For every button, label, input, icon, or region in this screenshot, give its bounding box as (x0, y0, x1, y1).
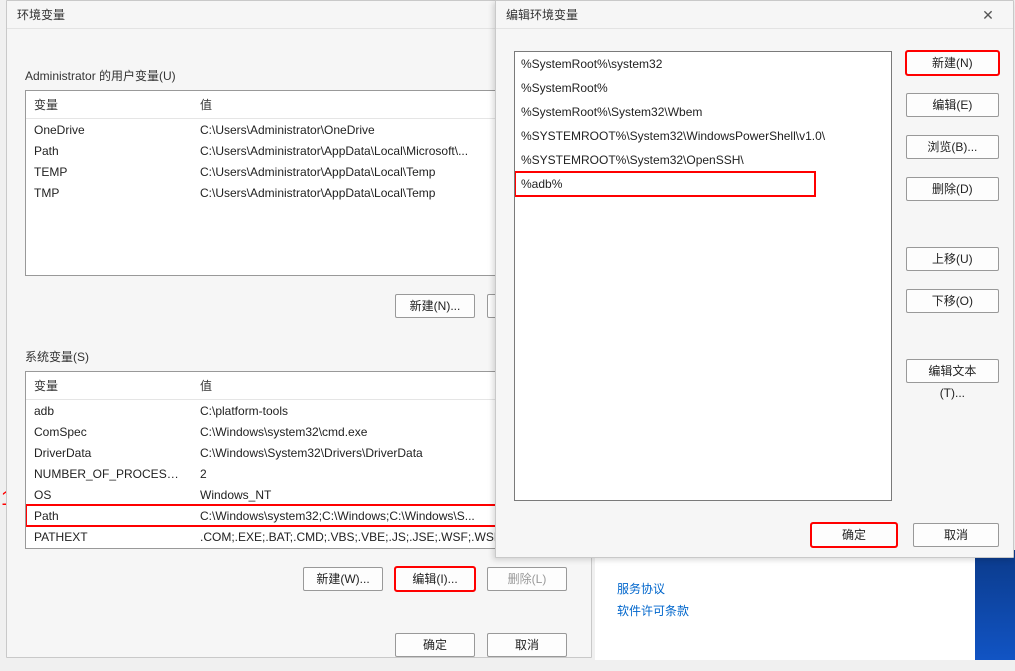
desktop-background (975, 550, 1015, 660)
dlg1-footer-buttons: 确定 取消 (25, 615, 573, 671)
dlg2-ok-button[interactable]: 确定 (811, 523, 897, 547)
table-row[interactable]: PATHEXT.COM;.EXE;.BAT;.CMD;.VBS;.VBE;.JS… (26, 526, 572, 547)
new-entry-button[interactable]: 新建(N) (906, 51, 999, 75)
table-row[interactable]: ComSpecC:\Windows\system32\cmd.exe (26, 421, 572, 442)
user-vars-label: Administrator 的用户变量(U) (25, 57, 573, 90)
table-row[interactable]: NUMBER_OF_PROCESSORS2 (26, 463, 572, 484)
user-vars-header: 变量 值 (26, 91, 572, 119)
move-up-button[interactable]: 上移(U) (906, 247, 999, 271)
header-variable: 变量 (26, 91, 192, 118)
sys-vars-buttons: 新建(W)... 编辑(I)... 删除(L) (25, 549, 573, 605)
edit-text-button[interactable]: 编辑文本(T)... (906, 359, 999, 383)
dlg1-ok-button[interactable]: 确定 (395, 633, 475, 657)
list-item[interactable]: %adb% (515, 172, 815, 196)
list-item[interactable]: %SystemRoot% (515, 76, 891, 100)
cell-var: PATHEXT (26, 526, 192, 547)
delete-entry-button[interactable]: 删除(D) (906, 177, 999, 201)
user-vars-buttons: 新建(N)... 编辑(E)... (25, 276, 573, 332)
cell-var: OneDrive (26, 119, 192, 140)
cell-var: OS (26, 484, 192, 505)
path-entries-list[interactable]: %SystemRoot%\system32%SystemRoot%%System… (514, 51, 892, 501)
cell-var: ComSpec (26, 421, 192, 442)
dlg1-title: 环境变量 (17, 1, 65, 29)
user-vars-table[interactable]: 变量 值 OneDriveC:\Users\Administrator\OneD… (25, 90, 573, 276)
list-item[interactable]: %SYSTEMROOT%\System32\OpenSSH\ (515, 148, 891, 172)
edit-entry-button[interactable]: 编辑(E) (906, 93, 999, 117)
sys-new-button[interactable]: 新建(W)... (303, 567, 383, 591)
move-down-button[interactable]: 下移(O) (906, 289, 999, 313)
cell-var: Path (26, 505, 192, 526)
sys-vars-table[interactable]: 变量 值 adbC:\platform-toolsComSpecC:\Windo… (25, 371, 573, 549)
sys-vars-header: 变量 值 (26, 372, 572, 400)
table-row[interactable]: PathC:\Users\Administrator\AppData\Local… (26, 140, 572, 161)
sys-vars-label: 系统变量(S) (25, 338, 573, 371)
table-row[interactable]: OSWindows_NT (26, 484, 572, 505)
sys-delete-button[interactable]: 删除(L) (487, 567, 567, 591)
list-item[interactable]: %SYSTEMROOT%\System32\WindowsPowerShell\… (515, 124, 891, 148)
cell-var: DriverData (26, 442, 192, 463)
dlg1-cancel-button[interactable]: 取消 (487, 633, 567, 657)
edit-env-var-dialog: 编辑环境变量 ✕ %SystemRoot%\system32%SystemRoo… (495, 0, 1014, 558)
table-row[interactable]: OneDriveC:\Users\Administrator\OneDrive (26, 119, 572, 140)
table-row[interactable]: TEMPC:\Users\Administrator\AppData\Local… (26, 161, 572, 182)
close-icon[interactable]: ✕ (973, 1, 1003, 29)
cell-var: TMP (26, 182, 192, 203)
user-new-button[interactable]: 新建(N)... (395, 294, 475, 318)
header-variable: 变量 (26, 372, 192, 399)
background-panel: 服务协议 软件许可条款 (595, 550, 1015, 660)
list-item[interactable]: %SystemRoot%\System32\Wbem (515, 100, 891, 124)
dlg2-title: 编辑环境变量 (506, 1, 578, 29)
cell-var: NUMBER_OF_PROCESSORS (26, 463, 192, 484)
cell-var: Path (26, 140, 192, 161)
browse-button[interactable]: 浏览(B)... (906, 135, 999, 159)
table-row[interactable]: DriverDataC:\Windows\System32\Drivers\Dr… (26, 442, 572, 463)
cell-var: TEMP (26, 161, 192, 182)
list-item[interactable]: %SystemRoot%\system32 (515, 52, 891, 76)
link-service-agreement[interactable]: 服务协议 (617, 578, 1015, 600)
dlg2-cancel-button[interactable]: 取消 (913, 523, 999, 547)
link-license-terms[interactable]: 软件许可条款 (617, 600, 1015, 622)
cell-var: adb (26, 400, 192, 421)
table-row[interactable]: PathC:\Windows\system32;C:\Windows;C:\Wi… (26, 505, 572, 526)
dlg2-titlebar: 编辑环境变量 ✕ (496, 1, 1013, 29)
sys-edit-button[interactable]: 编辑(I)... (395, 567, 475, 591)
table-row[interactable]: adbC:\platform-tools (26, 400, 572, 421)
table-row[interactable]: TMPC:\Users\Administrator\AppData\Local\… (26, 182, 572, 203)
